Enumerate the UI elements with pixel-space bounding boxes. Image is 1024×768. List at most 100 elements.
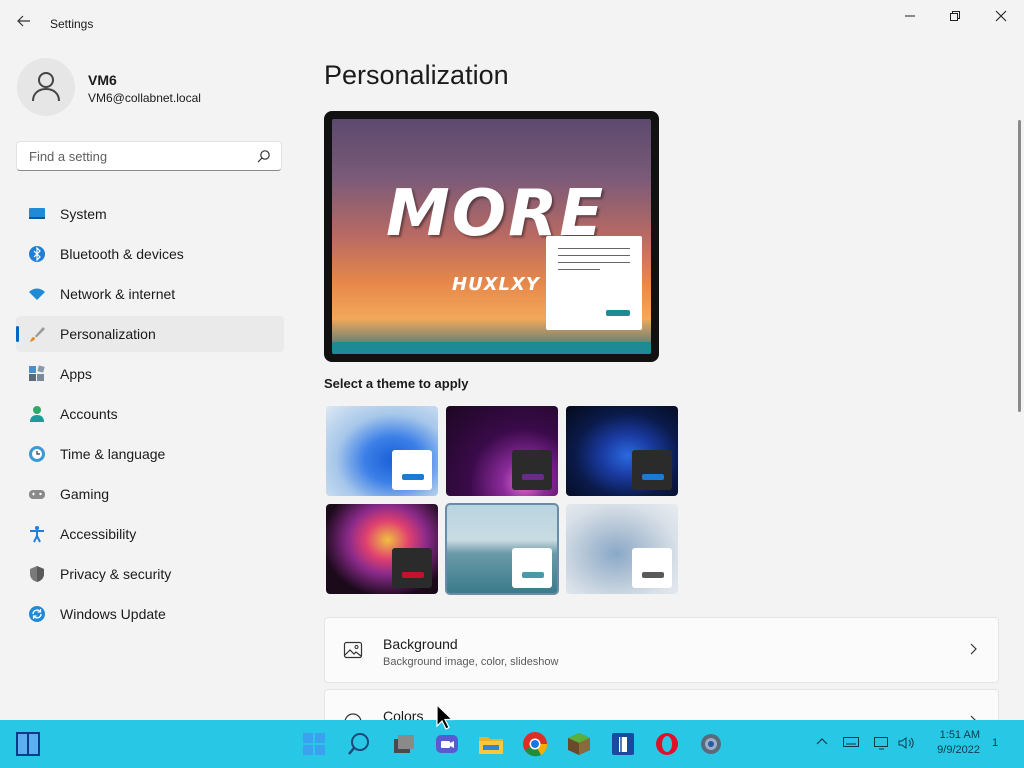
card-subtitle: Background image, color, slideshow [383,656,559,668]
theme-windows-light[interactable] [326,406,438,496]
theme-accent [642,474,664,480]
sidebar: VM6 VM6@collabnet.local System Bluetooth… [0,48,300,720]
preview-accent-button [606,310,630,316]
sidebar-item-personalization[interactable]: Personalization [16,316,284,352]
chrome-icon[interactable] [521,730,549,758]
close-button[interactable] [978,6,1024,28]
accounts-icon [28,405,46,423]
picture-icon [343,640,365,662]
sidebar-item-windows-update[interactable]: Windows Update [16,596,284,632]
clock-date: 9/9/2022 [937,744,980,756]
preview-line [558,269,600,270]
sidebar-item-privacy-security[interactable]: Privacy & security [16,556,284,592]
preview-window [546,236,642,330]
back-arrow-icon[interactable] [14,14,34,34]
preview-line [558,262,630,263]
notification-count[interactable]: 1 [992,737,998,749]
chevron-up-icon[interactable] [816,736,828,751]
sidebar-item-label: Windows Update [60,606,166,622]
theme-flow[interactable] [566,504,678,594]
sidebar-item-label: Privacy & security [60,566,172,582]
scrollbar[interactable] [1018,120,1021,412]
volume-icon[interactable] [898,736,914,753]
sidebar-item-accessibility[interactable]: Accessibility [16,516,284,552]
user-email: VM6@collabnet.local [88,91,201,105]
app-title: Settings [50,17,94,31]
background-setting-card[interactable]: Background Background image, color, slid… [324,617,999,683]
wallpaper-preview: MORE HUXLXY [332,119,651,354]
search-icon[interactable] [345,730,373,758]
sidebar-item-time-language[interactable]: Time & language [16,436,284,472]
paintbrush-icon [28,325,46,343]
user-icon [32,72,60,102]
sidebar-item-label: Bluetooth & devices [60,246,184,262]
theme-captured-motion[interactable] [326,504,438,594]
sidebar-item-system[interactable]: System [16,196,284,232]
taskbar: 1:51 AM 9/9/2022 1 [0,720,1024,768]
shield-icon [28,565,46,583]
apps-icon [28,365,46,383]
maximize-button[interactable] [932,6,978,28]
nav-list: System Bluetooth & devices Network & int… [16,196,284,636]
taskbar-clock[interactable]: 1:51 AM 9/9/2022 [920,728,980,758]
gamepad-icon [28,485,46,503]
theme-glow[interactable] [446,406,558,496]
minecraft-icon[interactable] [565,730,593,758]
task-view-icon[interactable] [390,730,418,758]
settings-gear-icon[interactable] [697,730,725,758]
sidebar-item-label: Personalization [60,326,156,342]
theme-mini-window [632,548,672,588]
minimize-button[interactable] [887,6,933,28]
search-input[interactable] [27,148,251,165]
sidebar-item-gaming[interactable]: Gaming [16,476,284,512]
preview-taskbar [332,342,651,354]
sidebar-item-accounts[interactable]: Accounts [16,396,284,432]
preview-line [558,255,630,256]
bluetooth-icon [28,245,46,263]
theme-windows-dark[interactable] [566,406,678,496]
search-box[interactable] [16,141,282,171]
sidebar-item-label: Network & internet [60,286,176,302]
theme-sunrise[interactable] [445,503,559,595]
theme-accent [642,572,664,578]
theme-mini-window [512,548,552,588]
theme-mini-window [632,450,672,490]
theme-accent [402,572,424,578]
card-title: Background [383,636,458,652]
network-icon[interactable] [874,736,890,753]
theme-accent [402,474,424,480]
sidebar-item-label: Time & language [60,446,166,462]
clock-time: 1:51 AM [939,729,980,741]
start-icon[interactable] [14,730,42,758]
page-title: Personalization [324,60,509,90]
sidebar-item-label: System [60,206,107,222]
app-icon[interactable] [609,730,637,758]
avatar[interactable] [17,58,75,116]
clock-globe-icon [28,445,46,463]
keyboard-icon[interactable] [843,736,859,751]
chevron-right-icon [968,642,978,658]
update-icon [28,605,46,623]
sidebar-item-network[interactable]: Network & internet [16,276,284,312]
search-icon[interactable] [257,149,271,168]
sidebar-item-label: Accessibility [60,526,137,542]
sidebar-item-apps[interactable]: Apps [16,356,284,392]
mouse-pointer-icon [436,703,454,735]
file-explorer-icon[interactable] [477,730,505,758]
accessibility-icon [28,525,46,543]
user-name: VM6 [88,72,117,88]
theme-section-label: Select a theme to apply [324,376,469,391]
opera-icon[interactable] [653,730,681,758]
theme-preview: MORE HUXLXY [324,111,659,362]
sidebar-item-label: Gaming [60,486,110,502]
windows-logo-icon[interactable] [300,730,328,758]
wallpaper-subtext: HUXLXY [452,274,540,295]
theme-mini-window [392,548,432,588]
sidebar-item-bluetooth[interactable]: Bluetooth & devices [16,236,284,272]
wifi-icon [28,285,46,303]
theme-accent [522,572,544,578]
title-bar: Settings [0,0,1024,48]
theme-mini-window [512,450,552,490]
main-content: Personalization MORE HUXLXY Select a the… [300,48,1024,755]
sidebar-item-label: Apps [60,366,92,382]
